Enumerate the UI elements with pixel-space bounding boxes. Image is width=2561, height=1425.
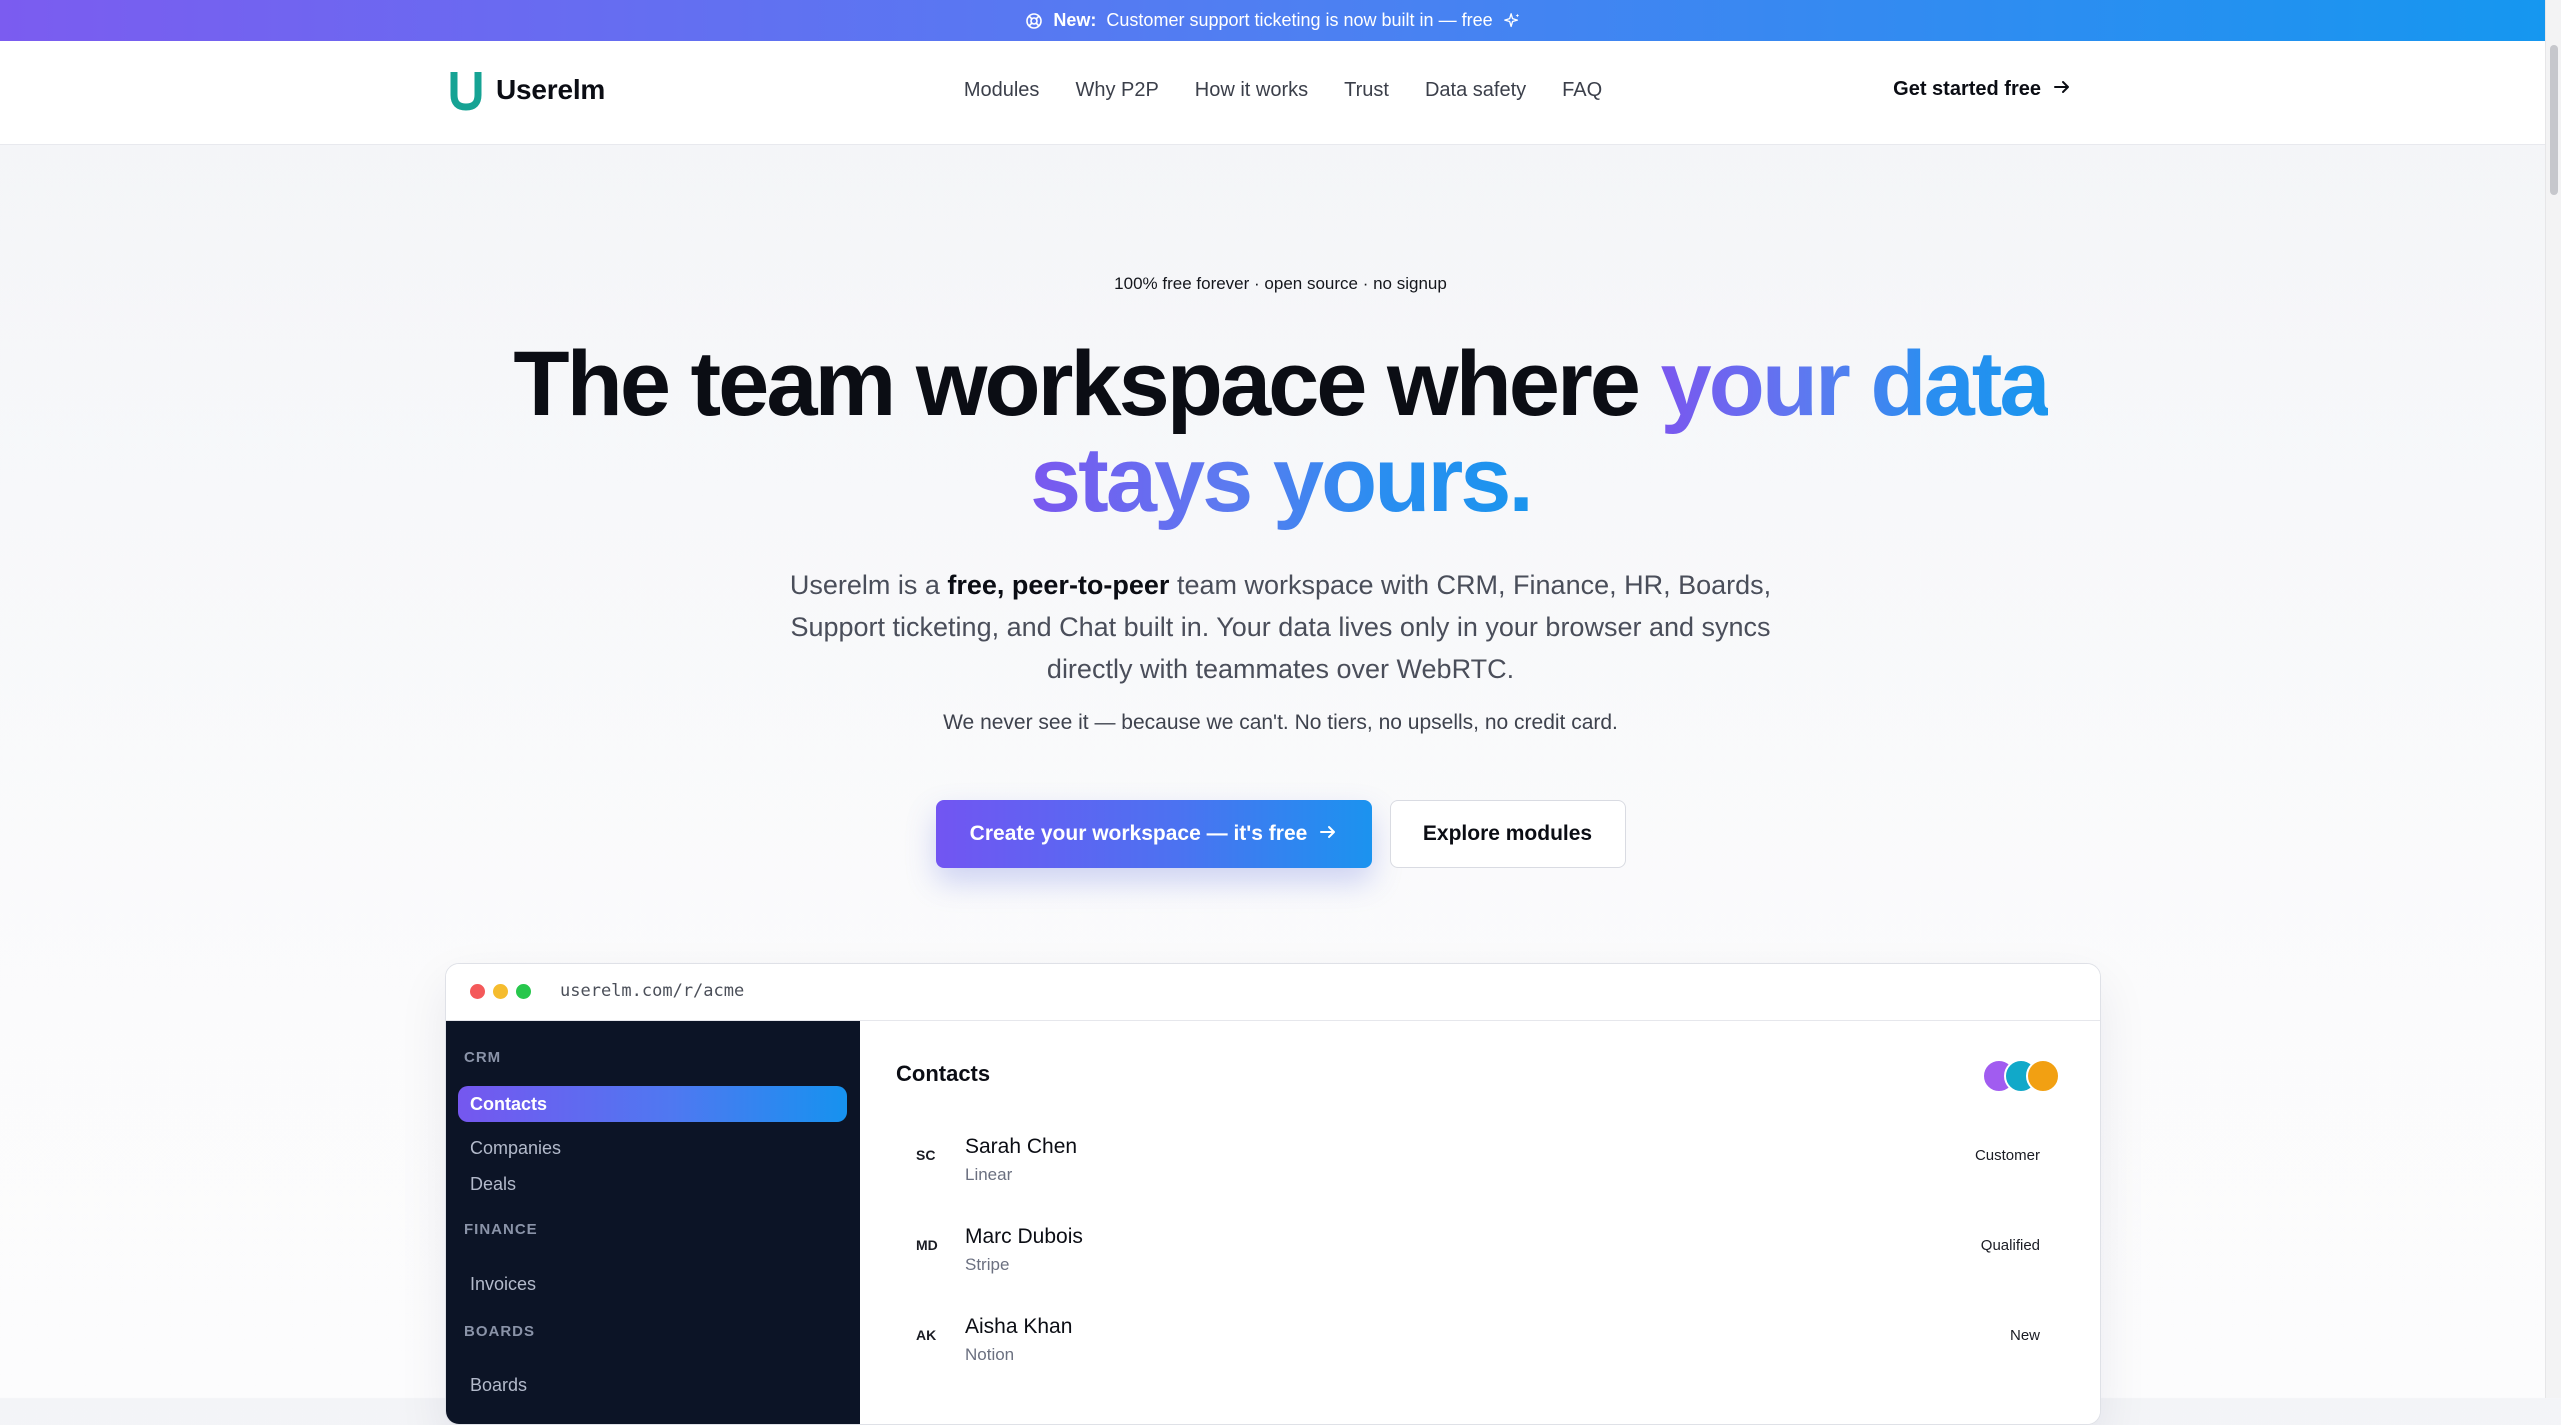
headline-plain: The team workspace where [513,333,1661,435]
window-maximize-dot [516,984,531,999]
window-minimize-dot [493,984,508,999]
contacts-title: Contacts [896,1061,991,1086]
sparkle-icon [1503,12,1521,30]
nav-link-how-it-works[interactable]: How it works [1195,79,1308,102]
arrow-right-icon [2053,78,2071,101]
nav-link-modules[interactable]: Modules [964,79,1040,102]
hero-description: Userelm is a free, peer-to-peer team wor… [0,564,2561,690]
contact-name: Marc Dubois [965,1225,1083,1248]
get-started-label: Get started free [1893,78,2041,100]
sidebar-heading-crm: CRM [464,1049,502,1066]
top-navbar: Userelm Modules Why P2P How it works Tru… [0,41,2546,145]
sidebar-item-label: Contacts [470,1094,548,1114]
subcopy-part-1: Userelm is a [789,570,948,600]
explore-modules-button[interactable]: Explore modules [1389,800,1626,868]
table-row[interactable]: SC Sarah Chen Linear Customer [861,1129,2100,1209]
nav-link-faq[interactable]: FAQ [1562,79,1602,102]
table-row[interactable]: MD Marc Dubois Stripe Qualified [861,1219,2100,1299]
sidebar-item-contacts[interactable]: Contacts [458,1086,847,1122]
hero-note: We never see it — because we can't. No t… [943,711,1618,734]
headline-highlight-1: your data [1660,333,2050,435]
page-scrollbar[interactable] [2545,0,2561,1398]
contact-initials: SC [916,1147,936,1163]
status-badge: Qualified [1980,1237,2040,1254]
window-close-dot [470,984,485,999]
create-workspace-label: Create your workspace — it's free [969,822,1308,845]
hero-eyebrow: 100% free forever · open source · no sig… [1114,274,1447,293]
preview-sidebar: CRM Contacts Companies Deals FINANCE Inv… [446,1021,860,1424]
avatar [2026,1059,2060,1093]
subcopy-line-2: Support ticketing, and Chat built in. Yo… [790,612,1771,642]
preview-titlebar: userelm.com/r/acme [446,964,2100,1021]
subcopy-bold: free, peer-to-peer [947,570,1170,600]
cta-row: Create your workspace — it's free Explor… [0,800,2561,868]
get-started-link[interactable]: Get started free [1893,78,2071,101]
headline-highlight-2: stays yours. [1030,429,1534,531]
sidebar-item-invoices[interactable]: Invoices [470,1274,536,1295]
scrollbar-thumb[interactable] [2550,45,2558,195]
collaborator-avatars [1982,1059,2062,1093]
announcement-bar[interactable]: New: Customer support ticketing is now b… [0,0,2546,41]
sidebar-item-companies[interactable]: Companies [470,1138,561,1159]
arrow-right-icon [1319,822,1337,846]
main-nav: Modules Why P2P How it works Trust Data … [0,79,2546,102]
status-badge: Customer [1974,1147,2040,1164]
status-badge: New [2009,1327,2040,1344]
announcement-text: Customer support ticketing is now built … [1106,10,1493,30]
table-row[interactable]: AK Aisha Khan Notion New [861,1309,2100,1389]
app-preview-window: userelm.com/r/acme CRM Contacts Companie… [445,963,2101,1425]
hero-headline: The team workspace where your data stays… [0,336,2561,528]
nav-link-data-safety[interactable]: Data safety [1425,79,1526,102]
sidebar-item-deals[interactable]: Deals [470,1174,516,1195]
sidebar-heading-finance: FINANCE [464,1221,538,1238]
contact-name: Aisha Khan [965,1315,1073,1338]
contact-initials: MD [916,1237,938,1253]
preview-url: userelm.com/r/acme [560,981,745,1001]
create-workspace-button[interactable]: Create your workspace — it's free [935,800,1372,868]
contact-company: Notion [965,1345,1015,1364]
contact-company: Linear [965,1165,1013,1184]
contact-company: Stripe [965,1255,1010,1274]
sidebar-item-boards[interactable]: Boards [470,1375,527,1396]
lifebuoy-icon [1025,12,1043,30]
preview-main: Contacts SC Sarah Chen Linear Customer M… [861,1021,2100,1424]
sidebar-heading-boards: BOARDS [464,1323,536,1340]
announcement-badge: New: [1053,10,1097,30]
nav-link-why-p2p[interactable]: Why P2P [1075,79,1158,102]
contact-name: Sarah Chen [965,1135,1078,1158]
subcopy-line-3: directly with teammates over WebRTC. [1046,654,1515,684]
nav-link-trust[interactable]: Trust [1344,79,1389,102]
subcopy-part-2: team workspace with CRM, Finance, HR, Bo… [1169,570,1772,600]
contact-initials: AK [916,1327,937,1343]
